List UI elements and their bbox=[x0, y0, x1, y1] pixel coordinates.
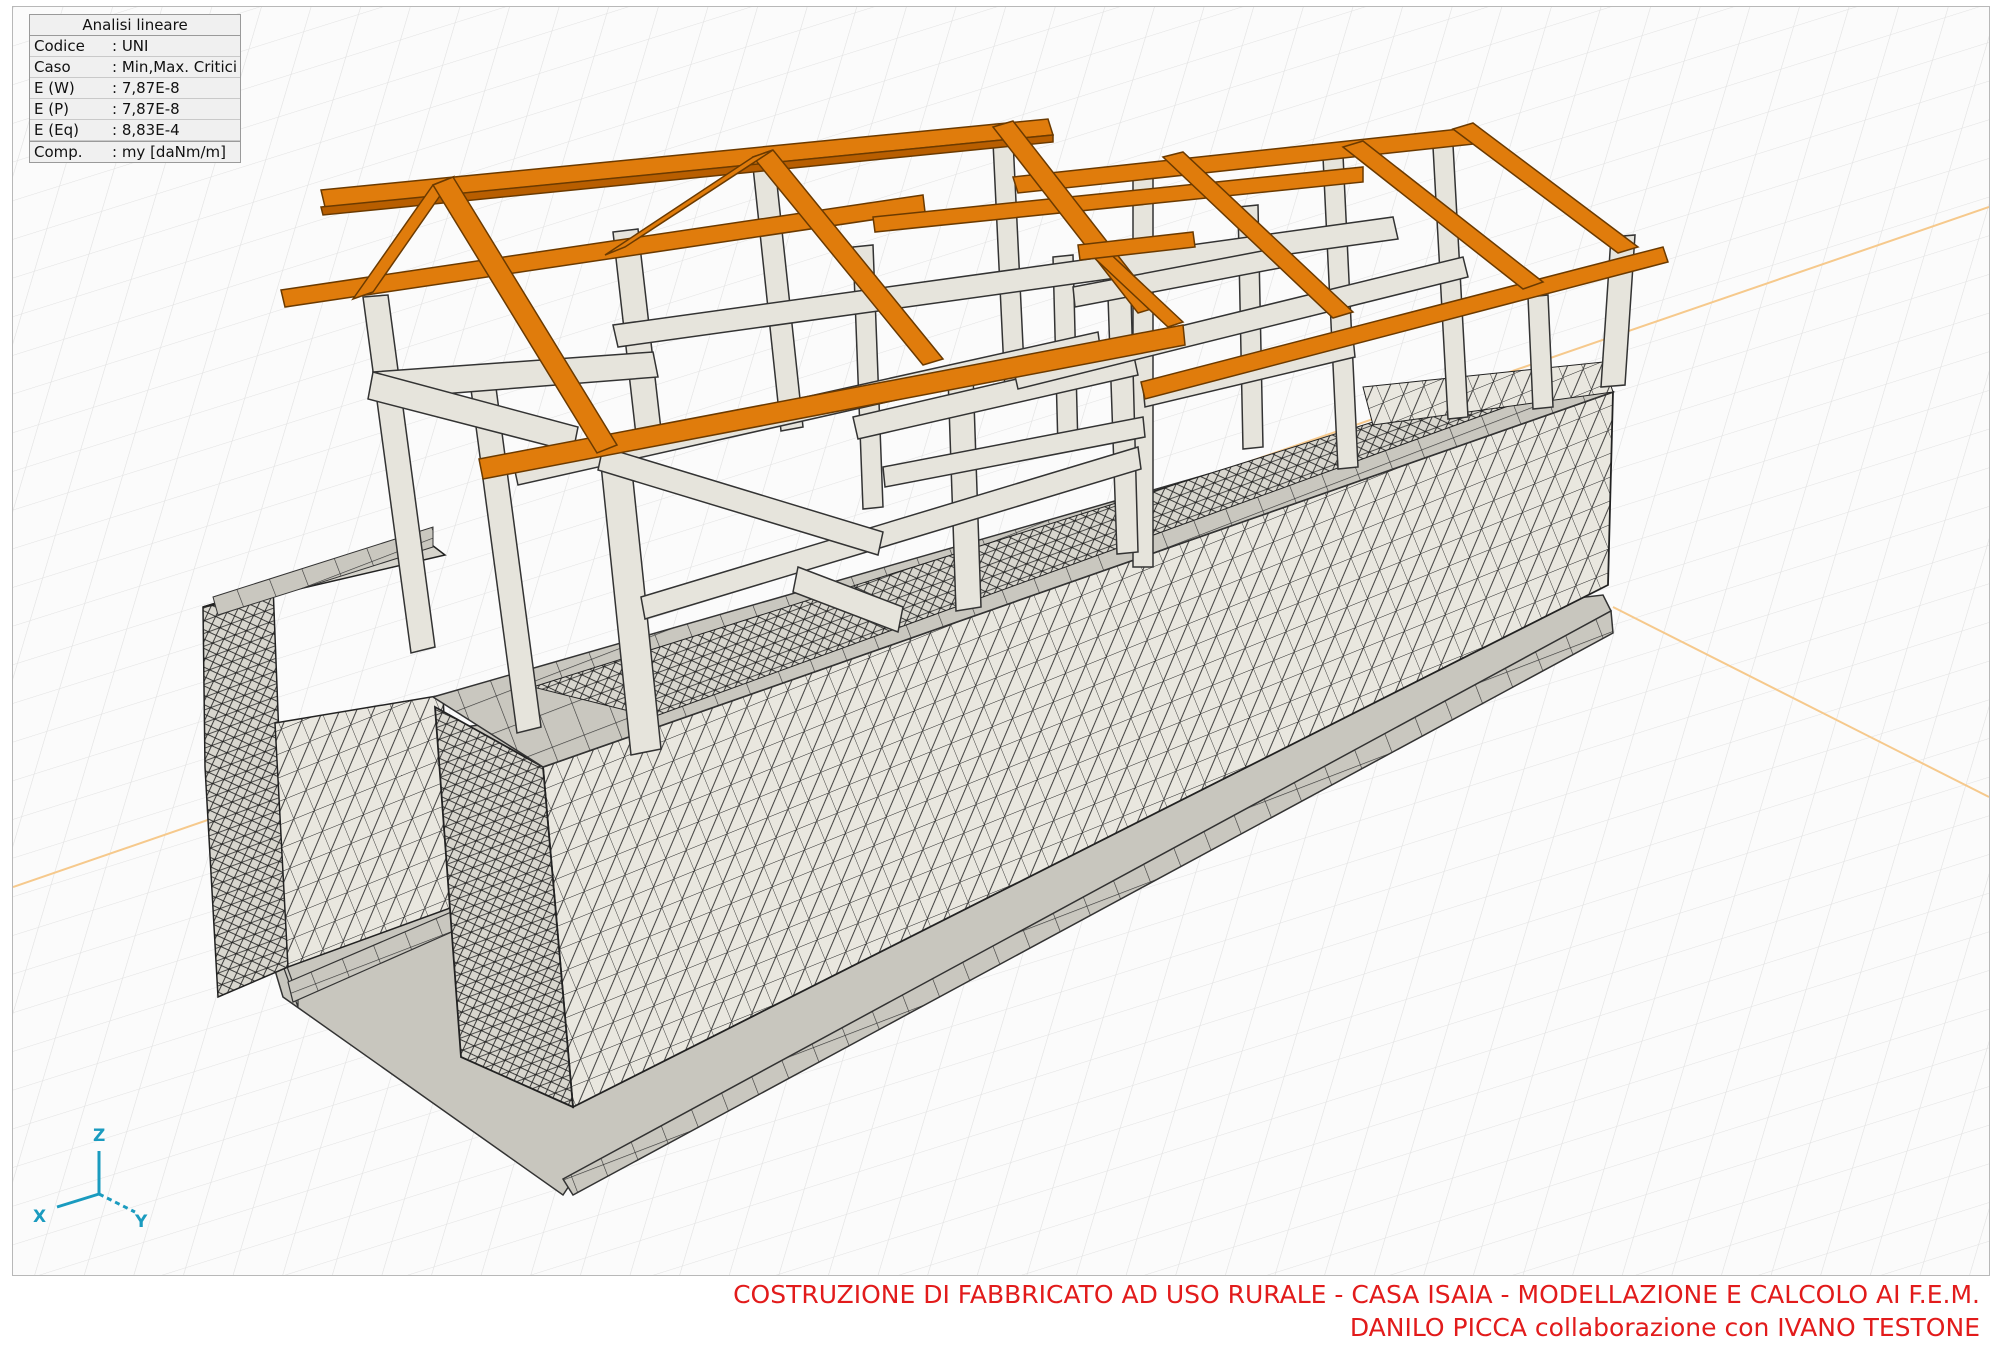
panel-value: : UNI bbox=[112, 37, 149, 55]
axis-z-label: Z bbox=[93, 1126, 105, 1146]
panel-row-comp: Comp. : my [daNm/m] bbox=[30, 141, 240, 162]
analysis-info-panel: Analisi lineare Codice : UNI Caso : Min,… bbox=[29, 14, 241, 163]
panel-value: : 7,87E-8 bbox=[112, 79, 180, 97]
panel-value: : 7,87E-8 bbox=[112, 100, 180, 118]
fem-model-scene bbox=[13, 7, 1989, 1275]
panel-key: E (P) bbox=[34, 100, 69, 118]
panel-row-ew: E (W) : 7,87E-8 bbox=[30, 78, 240, 99]
axis-triad-icon: Z X Y bbox=[33, 1126, 148, 1229]
panel-key: Caso bbox=[34, 58, 71, 76]
panel-key: Comp. bbox=[34, 143, 83, 161]
panel-row-ep: E (P) : 7,87E-8 bbox=[30, 99, 240, 120]
panel-value: : 8,83E-4 bbox=[112, 121, 180, 139]
panel-row-eeq: E (Eq) : 8,83E-4 bbox=[30, 120, 240, 141]
panel-row-codice: Codice : UNI bbox=[30, 36, 240, 57]
panel-title: Analisi lineare bbox=[30, 15, 240, 36]
footer-credits: COSTRUZIONE DI FABBRICATO AD USO RURALE … bbox=[733, 1278, 1980, 1344]
panel-value: : my [daNm/m] bbox=[112, 143, 226, 161]
footer-title: COSTRUZIONE DI FABBRICATO AD USO RURALE … bbox=[733, 1280, 1980, 1309]
panel-row-caso: Caso : Min,Max. Critici bbox=[30, 57, 240, 78]
footer-authors: DANILO PICCA collaborazione con IVANO TE… bbox=[1349, 1313, 1980, 1342]
panel-value: : Min,Max. Critici bbox=[112, 58, 238, 76]
axis-y-label: Y bbox=[134, 1212, 148, 1229]
panel-key: E (W) bbox=[34, 79, 75, 97]
axis-x-label: X bbox=[33, 1207, 46, 1227]
model-viewport[interactable]: Analisi lineare Codice : UNI Caso : Min,… bbox=[12, 6, 1990, 1276]
panel-key: E (Eq) bbox=[34, 121, 79, 139]
panel-key: Codice bbox=[34, 37, 85, 55]
